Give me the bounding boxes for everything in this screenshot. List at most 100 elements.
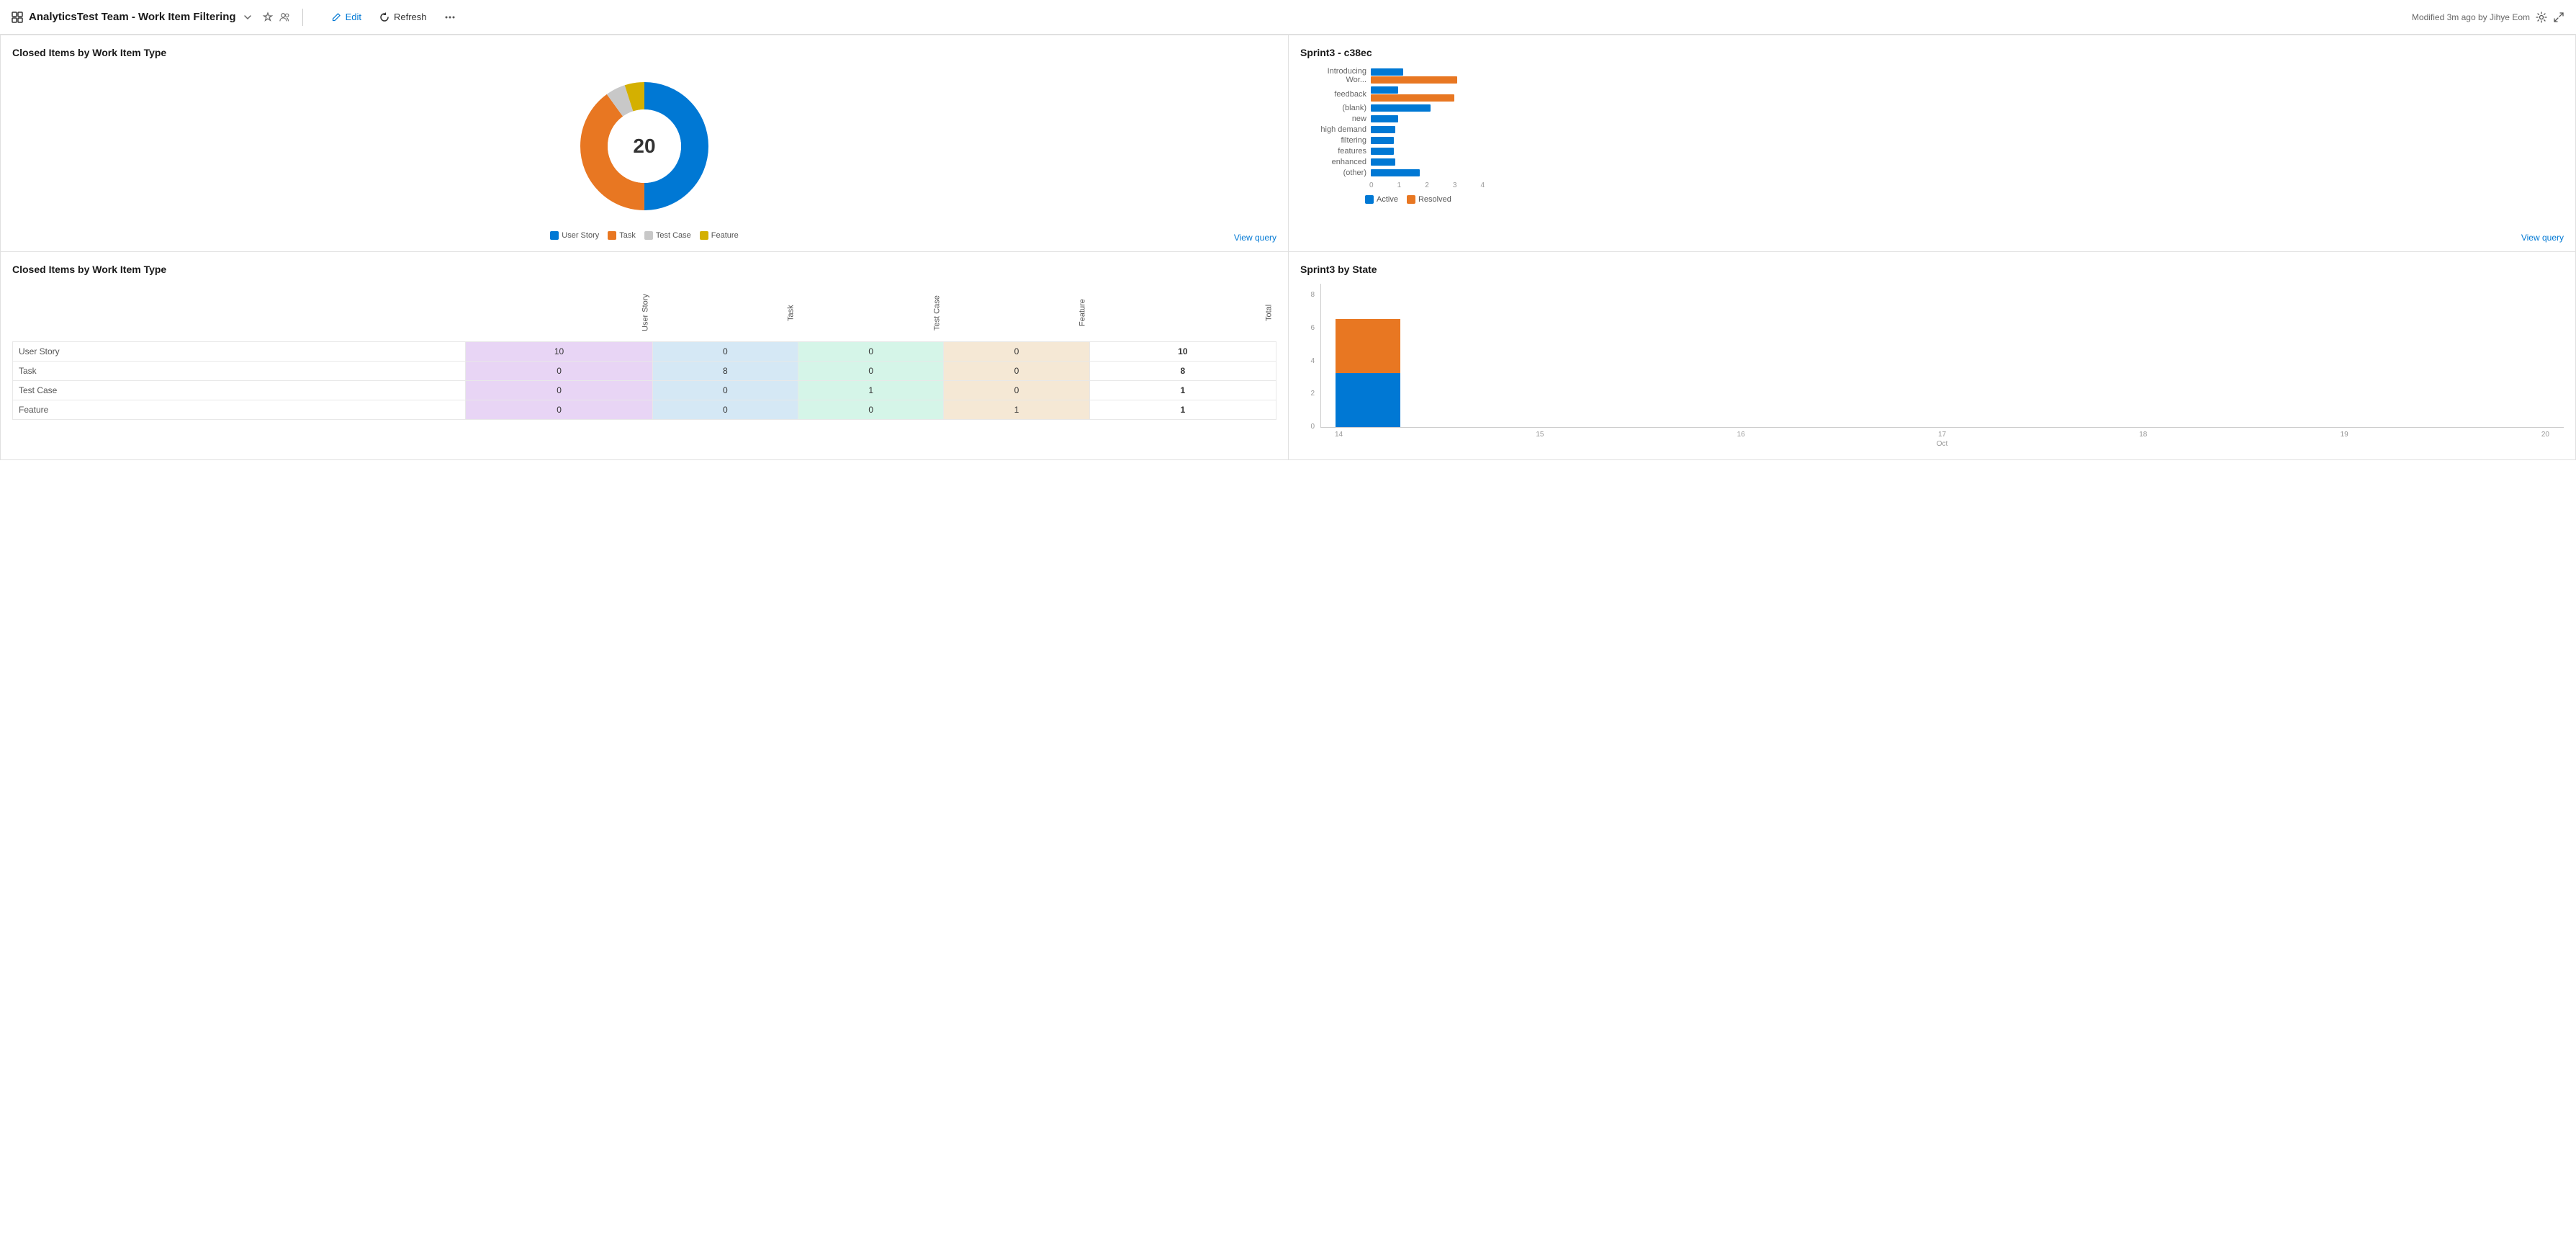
sbar-chart-container: 8 6 4 2 0 14151617181920: [1300, 284, 2564, 448]
settings-icon[interactable]: [2536, 12, 2547, 23]
chevron-down-icon[interactable]: [242, 12, 253, 23]
legend-dot-user-story: [550, 231, 559, 240]
legend-task: Task: [608, 231, 636, 240]
hbar-active: [1371, 126, 1395, 133]
sbar-x-label: 17: [1938, 431, 1946, 439]
hbar-label: new: [1306, 115, 1371, 123]
legend-dot-task: [608, 231, 616, 240]
table-cell: 0: [944, 380, 1089, 400]
hbar-active: [1371, 104, 1431, 112]
legend-feature: Feature: [700, 231, 739, 240]
y-label-4: 4: [1300, 357, 1315, 365]
legend-resolved-label: Resolved: [1418, 195, 1451, 204]
hbar-legend: Active Resolved: [1300, 195, 2564, 204]
hbar-active: [1371, 115, 1398, 122]
topbar-left: AnalyticsTest Team - Work Item Filtering…: [12, 9, 463, 26]
widget-matrix-table: Closed Items by Work Item Type User Stor…: [0, 251, 1288, 460]
hbar-row: high demand: [1306, 125, 2558, 134]
hbar-bars: [1371, 68, 2558, 84]
table-cell: 0: [466, 380, 652, 400]
page-title: AnalyticsTest Team - Work Item Filtering: [29, 11, 236, 23]
table-cell: 8: [652, 361, 798, 380]
hbar-bars: [1371, 86, 2558, 102]
view-query-2[interactable]: View query: [2521, 233, 2564, 243]
edit-button[interactable]: Edit: [323, 9, 369, 26]
donut-wrap: 20: [572, 74, 716, 218]
hbar-row: features: [1306, 147, 2558, 156]
hbar-row: feedback: [1306, 86, 2558, 102]
legend-label-task: Task: [619, 231, 636, 240]
y-label-6: 6: [1300, 324, 1315, 332]
topbar: AnalyticsTest Team - Work Item Filtering…: [0, 0, 2576, 35]
table-row: User Story1000010: [13, 341, 1276, 361]
hbar-bars: [1371, 169, 2558, 176]
hbar-label: enhanced: [1306, 158, 1371, 166]
donut-total: 20: [633, 135, 655, 158]
hbar-active: [1371, 137, 1394, 144]
expand-icon[interactable]: [2553, 12, 2564, 23]
sbar-x-label: 18: [2139, 431, 2147, 439]
col-feature: Feature: [944, 284, 1089, 341]
hbar-active: [1371, 68, 1403, 76]
widget1-title: Closed Items by Work Item Type: [12, 47, 1276, 58]
sbar-x-label: 19: [2341, 431, 2348, 439]
row-label: Task: [13, 361, 466, 380]
people-icon[interactable]: [279, 12, 291, 23]
hbar-axis-label: 1: [1397, 181, 1402, 189]
table-cell: 0: [652, 400, 798, 419]
table-cell: 0: [944, 341, 1089, 361]
edit-label: Edit: [346, 12, 361, 22]
table-row: Task08008: [13, 361, 1276, 380]
x-axis-labels: 14151617181920: [1320, 428, 2564, 439]
sbar-x-label: 14: [1335, 431, 1343, 439]
dashboard-icon: [12, 12, 23, 23]
hbar-row: new: [1306, 115, 2558, 123]
modified-text: Modified 3m ago by Jihye Eom: [2412, 12, 2530, 22]
hbar-label: features: [1306, 147, 1371, 156]
legend-active-label: Active: [1377, 195, 1398, 204]
widget-closed-items-donut: Closed Items by Work Item Type: [0, 35, 1288, 251]
edit-icon: [330, 12, 342, 23]
view-query-1[interactable]: View query: [1234, 233, 1276, 243]
refresh-button[interactable]: Refresh: [371, 9, 434, 26]
table-cell: 1: [1089, 380, 1276, 400]
sbar-wrapper: 8 6 4 2 0 14151617181920: [1300, 284, 2564, 448]
table-cell: 1: [1089, 400, 1276, 419]
sbar-column: [1336, 290, 1400, 427]
hbar-row: Introducing Wor...: [1306, 67, 2558, 84]
hbar-row: (blank): [1306, 104, 2558, 112]
hbar-axis-label: 4: [1480, 181, 1485, 189]
donut-legend: User Story Task Test Case Feature: [550, 231, 738, 240]
hbar-bars: [1371, 126, 2558, 133]
widget4-title: Sprint3 by State: [1300, 264, 2564, 275]
hbar-bars: [1371, 137, 2558, 144]
col-task: Task: [652, 284, 798, 341]
sbar-x-label: 15: [1536, 431, 1544, 439]
table-cell: 10: [1089, 341, 1276, 361]
legend-active: Active: [1365, 195, 1398, 204]
hbar-active: [1371, 148, 1394, 155]
legend-dot-feature: [700, 231, 708, 240]
legend-label-test-case: Test Case: [656, 231, 691, 240]
hbar-label: (other): [1306, 169, 1371, 177]
hbar-active: [1371, 86, 1398, 94]
ellipsis-icon: [444, 12, 456, 23]
table-cell: 10: [466, 341, 652, 361]
col-test-case: Test Case: [798, 284, 944, 341]
table-cell: 8: [1089, 361, 1276, 380]
hbar-label: feedback: [1306, 90, 1371, 99]
star-icon[interactable]: [262, 12, 274, 23]
table-cell: 0: [798, 341, 944, 361]
sbar-x-label: 16: [1737, 431, 1745, 439]
table-cell: 0: [466, 400, 652, 419]
hbar-label: filtering: [1306, 136, 1371, 145]
legend-test-case: Test Case: [644, 231, 691, 240]
legend-dot-active: [1365, 195, 1374, 204]
table-cell: 0: [798, 361, 944, 380]
legend-dot-test-case: [644, 231, 653, 240]
hbar-resolved: [1371, 76, 1457, 84]
hbar-row: (other): [1306, 169, 2558, 177]
refresh-label: Refresh: [394, 12, 427, 22]
row-label: Feature: [13, 400, 466, 419]
more-button[interactable]: [437, 9, 463, 26]
